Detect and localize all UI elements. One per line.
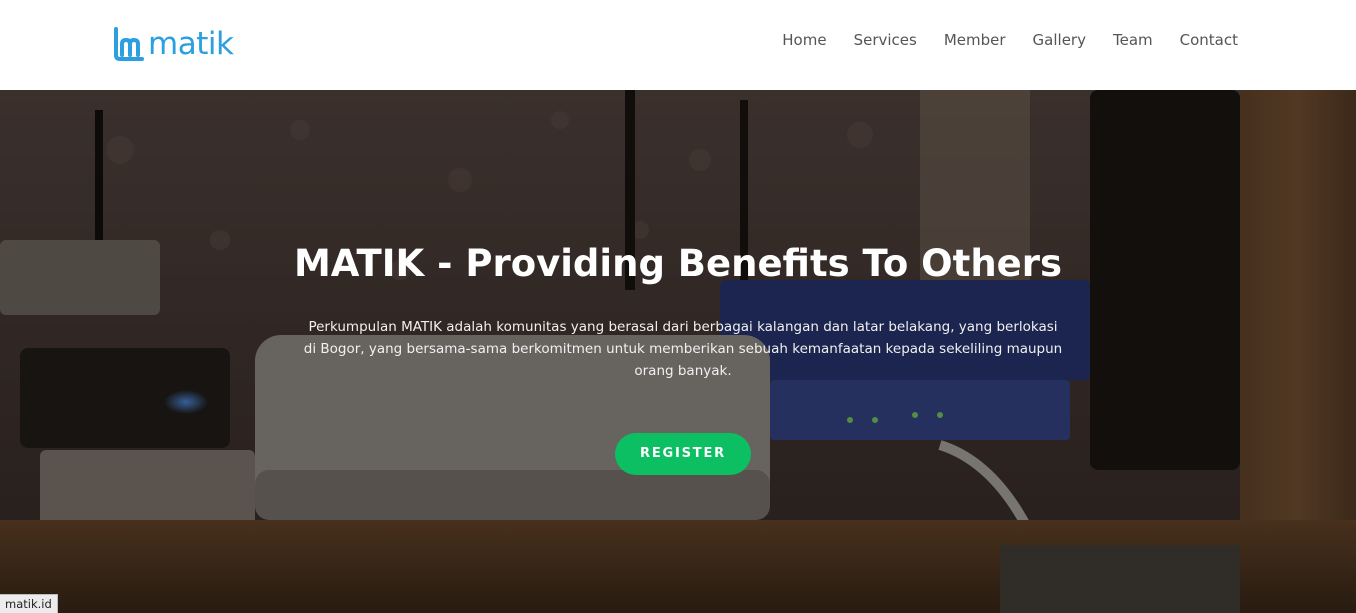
status-bar-url: matik.id (0, 594, 58, 613)
navbar: matik Home Services Member Gallery Team … (0, 0, 1356, 90)
nav-gallery[interactable]: Gallery (1033, 31, 1086, 49)
matik-logo-icon (114, 27, 144, 61)
nav-member[interactable]: Member (944, 31, 1006, 49)
main-nav: Home Services Member Gallery Team Contac… (755, 29, 1238, 51)
hero-section: MATIK - Providing Benefits To Others Per… (0, 90, 1356, 613)
nav-team[interactable]: Team (1113, 31, 1153, 49)
hero-title: MATIK - Providing Benefits To Others (293, 242, 1063, 285)
logo-text: matik (148, 26, 234, 62)
nav-home[interactable]: Home (782, 31, 826, 49)
hero-description: Perkumpulan MATIK adalah komunitas yang … (303, 319, 1063, 379)
nav-services[interactable]: Services (854, 31, 917, 49)
site-logo[interactable]: matik (112, 25, 234, 63)
nav-contact[interactable]: Contact (1180, 31, 1238, 49)
register-button[interactable]: REGISTER (615, 433, 751, 475)
